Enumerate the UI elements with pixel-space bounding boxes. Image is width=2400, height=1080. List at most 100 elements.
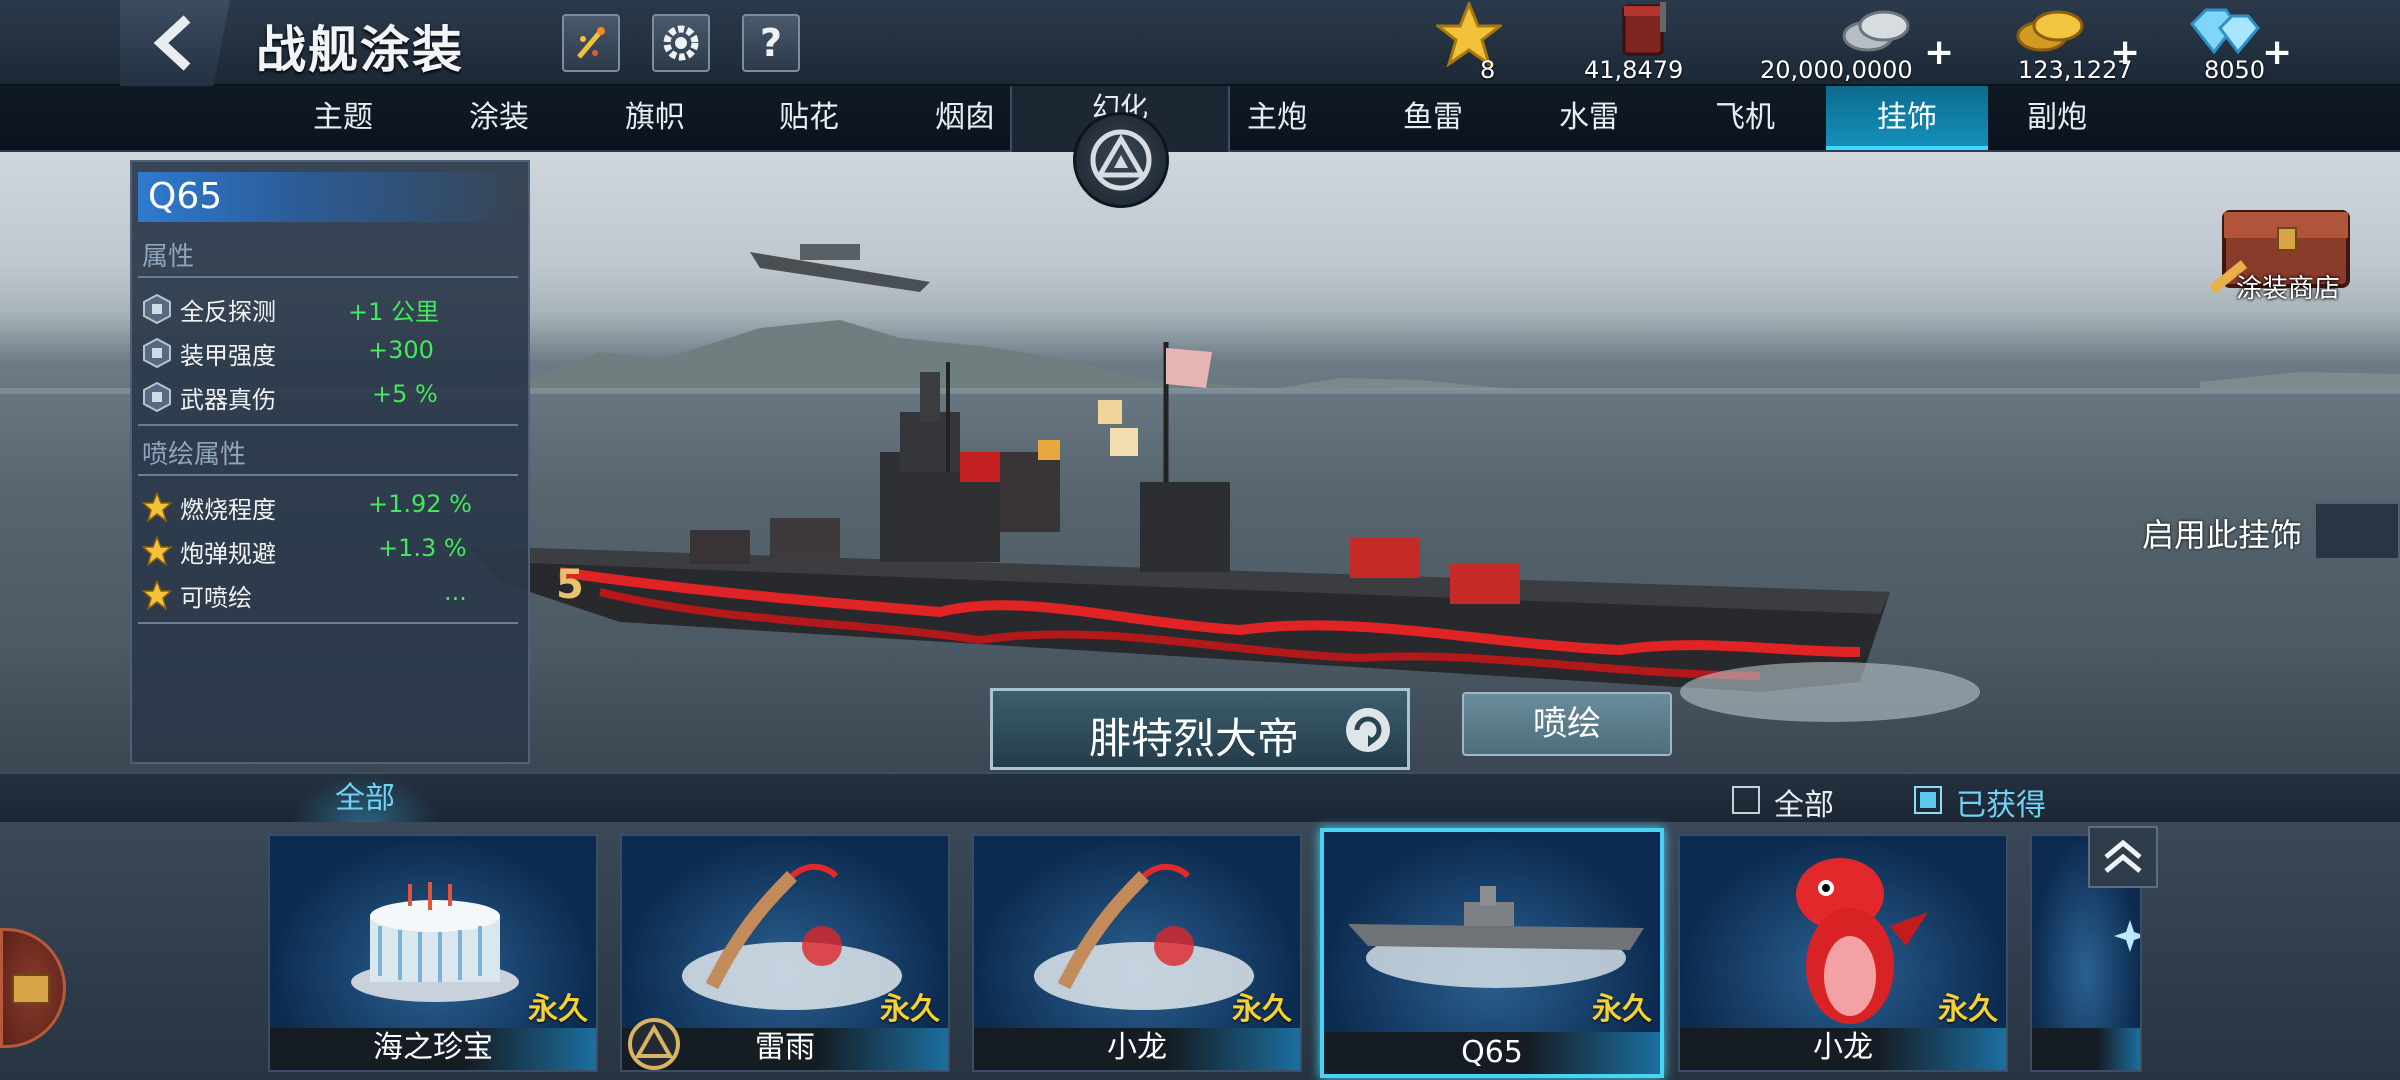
collapse-list-button[interactable] xyxy=(2088,826,2158,888)
filter-owned-checkbox[interactable] xyxy=(1914,786,1942,814)
fireworks-icon xyxy=(577,27,605,59)
filter-owned-label: 已获得 xyxy=(1956,788,2046,823)
tab-theme[interactable]: 主题 xyxy=(268,86,418,150)
enable-ornament-toggle[interactable] xyxy=(2314,502,2400,560)
spray-attribute-row: 炮弹规避 +1.3 % xyxy=(138,530,518,572)
ornament-card[interactable]: 永久 小龙 xyxy=(1678,834,2008,1072)
paint-count: 41,8479 xyxy=(1584,56,1684,84)
divider xyxy=(138,622,518,624)
attribute-row: 全反探测 +1 公里 xyxy=(138,288,518,330)
ornament-list: 永久 海之珍宝 永久 雷雨 永久 小龙 永久 Q65 永久 小龙 xyxy=(0,822,2400,1080)
fireworks-button[interactable] xyxy=(562,14,620,72)
attribute-label: 装甲强度 xyxy=(180,342,276,370)
gold-currency[interactable]: 123,1227 + xyxy=(2014,0,2144,86)
ornament-name: Q65 xyxy=(1461,1035,1523,1070)
divider xyxy=(138,276,518,278)
attribute-panel: Q65 属性 全反探测 +1 公里 装甲强度 +300 武器真伤 +5 % 喷绘… xyxy=(130,160,530,764)
ornament-card[interactable]: 永久 海之珍宝 xyxy=(268,834,598,1072)
top-bar: 战舰涂装 ? 8 41,8479 20,000,0000 + 123,1227 … xyxy=(0,0,2400,86)
tab-aircraft[interactable]: 飞机 xyxy=(1670,86,1820,150)
attribute-row: 装甲强度 +300 xyxy=(138,332,518,374)
attribute-label: 全反探测 xyxy=(180,298,276,326)
ornament-card-selected[interactable]: 永久 Q65 xyxy=(1320,828,1664,1078)
transform-button[interactable] xyxy=(1073,112,1169,208)
attribute-label: 燃烧程度 xyxy=(180,496,276,524)
hull-number: 5 xyxy=(556,562,584,608)
divider xyxy=(138,424,518,426)
paint-bucket-icon xyxy=(1622,2,1666,56)
silver-currency[interactable]: 20,000,0000 + xyxy=(1756,0,1956,86)
help-button[interactable]: ? xyxy=(742,14,800,72)
item-name: Q65 xyxy=(138,172,518,222)
ship-name: 腓特烈大帝 xyxy=(1089,714,1300,763)
attribute-value: +5 % xyxy=(372,380,438,408)
attribute-row: 武器真伤 +5 % xyxy=(138,376,518,418)
attribute-label: 武器真伤 xyxy=(180,386,276,414)
hex-shield-icon xyxy=(143,382,171,412)
silver-coins-icon xyxy=(1842,10,1910,52)
hex-shield-icon xyxy=(143,338,171,368)
tab-flag[interactable]: 旗帜 xyxy=(580,86,730,150)
diamond-currency[interactable]: 8050 + xyxy=(2186,0,2296,86)
ornament-name: 海之珍宝 xyxy=(373,1030,493,1065)
spray-attribute-row: 燃烧程度 +1.92 % xyxy=(138,486,518,528)
ship-select-button[interactable]: 腓特烈大帝 xyxy=(990,688,1410,770)
category-all-tab[interactable]: 全部 xyxy=(290,774,440,824)
refresh-icon xyxy=(1346,708,1390,752)
filter-all-label: 全部 xyxy=(1774,788,1834,823)
filter-all-checkbox[interactable] xyxy=(1732,786,1760,814)
back-button[interactable] xyxy=(120,0,230,86)
ornament-card[interactable]: 永久 雷雨 xyxy=(620,834,950,1072)
gold-coins-icon xyxy=(2016,10,2084,52)
tab-ornament[interactable]: 挂饰 xyxy=(1826,86,1988,150)
paint-currency: 41,8479 xyxy=(1576,0,1706,86)
star-icon xyxy=(142,536,172,566)
tab-paint[interactable]: 涂装 xyxy=(424,86,574,150)
spray-attribute-row: 可喷绘 ... xyxy=(138,574,518,616)
side-event-button[interactable] xyxy=(0,928,66,1048)
filter-bar: 全部 全部 已获得 xyxy=(0,772,2400,824)
transform-badge-icon xyxy=(628,1018,680,1070)
gold-add-button[interactable]: + xyxy=(2110,32,2140,73)
attribute-value: +1.92 % xyxy=(368,490,472,518)
spray-paint-button[interactable]: 喷绘 xyxy=(1462,692,1672,756)
name-bar xyxy=(2032,1028,2140,1070)
star-icon xyxy=(142,492,172,522)
attribute-value: +1 公里 xyxy=(348,298,440,326)
attribute-section-title: 属性 xyxy=(142,242,195,272)
page-title: 战舰涂装 xyxy=(256,21,464,79)
star-currency: 8 xyxy=(1430,0,1510,86)
settings-button[interactable] xyxy=(652,14,710,72)
silver-add-button[interactable]: + xyxy=(1924,32,1954,73)
tab-secondary-gun[interactable]: 副炮 xyxy=(1982,86,2132,150)
warship-model xyxy=(470,342,1980,722)
double-chevron-up-icon xyxy=(2104,839,2142,873)
help-icon: ? xyxy=(759,21,783,65)
tab-torpedo[interactable]: 鱼雷 xyxy=(1358,86,1508,150)
attribute-value: +300 xyxy=(368,336,434,364)
diamond-add-button[interactable]: + xyxy=(2262,32,2292,73)
star-icon xyxy=(142,580,172,610)
diamonds-icon xyxy=(2189,8,2260,55)
enable-ornament-label: 启用此挂饰 xyxy=(2142,516,2303,554)
duration-label: 永久 xyxy=(1592,992,1652,1027)
ornament-name: 小龙 xyxy=(1107,1030,1167,1065)
attribute-value: ... xyxy=(444,578,467,606)
spray-section-title: 喷绘属性 xyxy=(142,440,247,470)
attribute-label: 炮弹规避 xyxy=(180,540,276,568)
tab-decal[interactable]: 贴花 xyxy=(734,86,884,150)
silver-count: 20,000,0000 xyxy=(1760,56,1913,84)
distant-plane xyxy=(750,244,930,292)
divider xyxy=(138,474,518,476)
star-count: 8 xyxy=(1480,56,1496,84)
back-arrow-icon xyxy=(153,15,191,71)
diamond-count: 8050 xyxy=(2204,56,2266,84)
attribute-label: 可喷绘 xyxy=(180,584,252,612)
paint-shop-label: 涂装商店 xyxy=(2236,274,2341,304)
tab-mine[interactable]: 水雷 xyxy=(1514,86,1664,150)
chest-badge-icon xyxy=(12,974,50,1004)
ornament-card[interactable]: 永久 小龙 xyxy=(972,834,1302,1072)
transform-icon xyxy=(1090,129,1152,191)
ornament-name: 小龙 xyxy=(1813,1030,1873,1065)
attribute-value: +1.3 % xyxy=(378,534,467,562)
